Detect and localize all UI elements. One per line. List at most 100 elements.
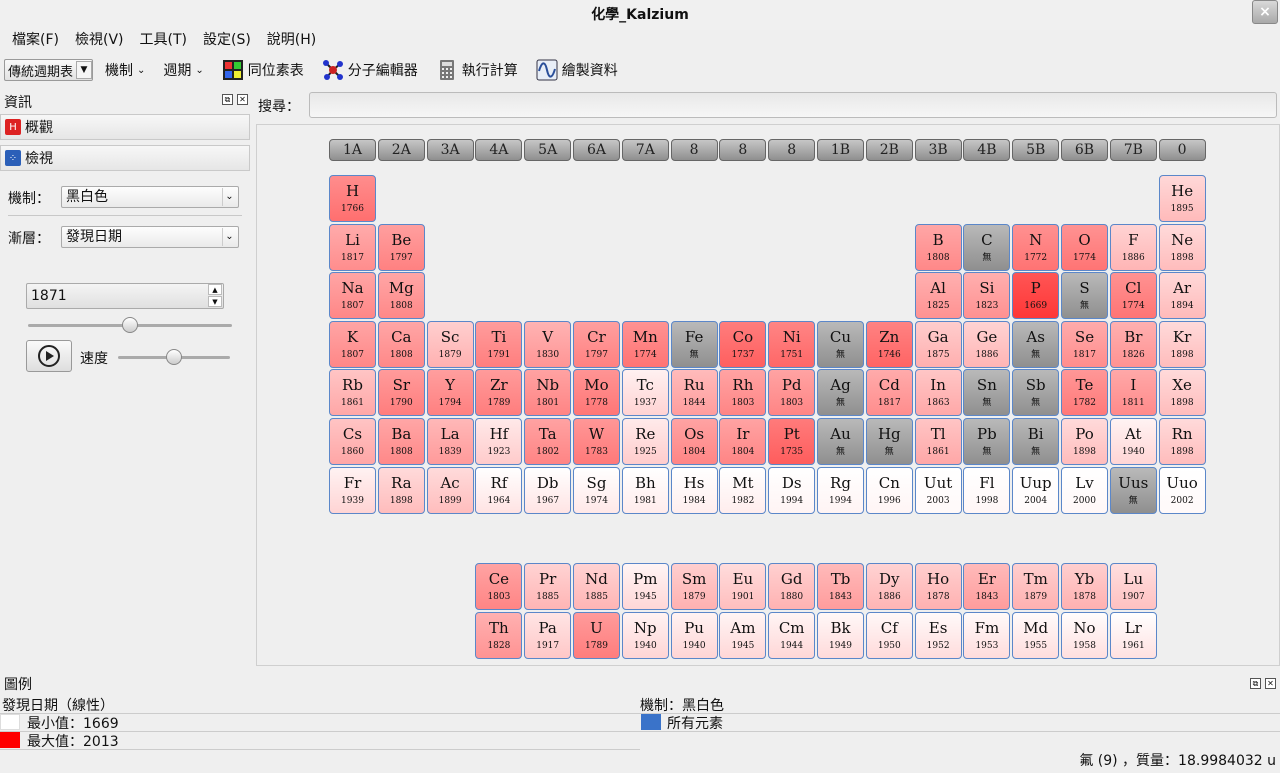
element-cell-fe[interactable]: Fe 無 <box>670 320 718 368</box>
element-cell-uut[interactable]: Uut 2003 <box>914 466 962 514</box>
group-header[interactable]: 4B <box>963 139 1011 161</box>
element-cell-v[interactable]: V 1830 <box>524 320 572 368</box>
element-cell-ca[interactable]: Ca 1808 <box>377 320 425 368</box>
element-cell-rn[interactable]: Rn 1898 <box>1158 418 1206 465</box>
element-cell-ds[interactable]: Ds 1994 <box>768 466 816 514</box>
element-cell-rb[interactable]: Rb 1861 <box>329 369 376 417</box>
element-cell-tl[interactable]: Tl 1861 <box>914 418 962 465</box>
menu-tools[interactable]: 工具(T) <box>132 28 195 52</box>
element-cell-at[interactable]: At 1940 <box>1109 418 1157 465</box>
element-cell-o[interactable]: O 1774 <box>1061 223 1108 271</box>
element-cell-cm[interactable]: Cm 1944 <box>768 611 816 659</box>
element-cell-sm[interactable]: Sm 1879 <box>670 563 718 611</box>
element-cell-au[interactable]: Au 無 <box>817 418 864 465</box>
group-header[interactable]: 5B <box>1012 139 1060 161</box>
element-cell-ir[interactable]: Ir 1804 <box>719 418 767 465</box>
element-cell-si[interactable]: Si 1823 <box>963 272 1011 320</box>
gradient-select[interactable]: 發現日期 ⌄ <box>61 226 239 248</box>
element-cell-rf[interactable]: Rf 1964 <box>475 466 523 514</box>
element-cell-ra[interactable]: Ra 1898 <box>377 466 425 514</box>
float-icon[interactable]: ⧉ <box>1250 678 1261 689</box>
element-cell-rh[interactable]: Rh 1803 <box>719 369 767 417</box>
element-cell-am[interactable]: Am 1945 <box>719 611 767 659</box>
speed-slider-handle[interactable] <box>166 349 182 365</box>
element-cell-md[interactable]: Md 1955 <box>1012 611 1060 659</box>
element-cell-cf[interactable]: Cf 1950 <box>865 611 913 659</box>
group-header[interactable]: 8 <box>670 139 718 161</box>
element-cell-sb[interactable]: Sb 無 <box>1012 369 1060 417</box>
element-cell-ni[interactable]: Ni 1751 <box>768 320 816 368</box>
element-cell-yb[interactable]: Yb 1878 <box>1061 563 1108 611</box>
group-header[interactable]: 7B <box>1109 139 1157 161</box>
element-cell-pd[interactable]: Pd 1803 <box>768 369 816 417</box>
element-cell-ta[interactable]: Ta 1802 <box>524 418 572 465</box>
element-cell-b[interactable]: B 1808 <box>914 223 962 271</box>
table-type-combo[interactable]: 傳統週期表 ▼ <box>4 59 94 81</box>
element-cell-ce[interactable]: Ce 1803 <box>475 563 523 611</box>
element-cell-bh[interactable]: Bh 1981 <box>621 466 669 514</box>
element-cell-u[interactable]: U 1789 <box>573 611 620 659</box>
element-cell-ga[interactable]: Ga 1875 <box>914 320 962 368</box>
element-cell-sg[interactable]: Sg 1974 <box>573 466 620 514</box>
element-cell-se[interactable]: Se 1817 <box>1061 320 1108 368</box>
element-cell-n[interactable]: N 1772 <box>1012 223 1060 271</box>
element-cell-np[interactable]: Np 1940 <box>621 611 669 659</box>
element-cell-sr[interactable]: Sr 1790 <box>377 369 425 417</box>
element-cell-th[interactable]: Th 1828 <box>475 611 523 659</box>
element-cell-zn[interactable]: Zn 1746 <box>865 320 913 368</box>
element-cell-er[interactable]: Er 1843 <box>963 563 1011 611</box>
period-button[interactable]: 週期 ⌄ <box>157 60 209 80</box>
element-cell-mo[interactable]: Mo 1778 <box>573 369 620 417</box>
element-cell-fr[interactable]: Fr 1939 <box>329 466 376 514</box>
element-cell-te[interactable]: Te 1782 <box>1061 369 1108 417</box>
isotope-table-button[interactable]: 同位素表 <box>216 59 310 81</box>
element-cell-kr[interactable]: Kr 1898 <box>1158 320 1206 368</box>
search-input[interactable] <box>309 92 1277 118</box>
close-button[interactable]: × <box>1252 0 1278 24</box>
element-cell-tb[interactable]: Tb 1843 <box>817 563 864 611</box>
element-cell-s[interactable]: S無 <box>1061 272 1108 320</box>
element-cell-dy[interactable]: Dy 1886 <box>865 563 913 611</box>
spin-down-icon[interactable]: ▼ <box>208 296 222 307</box>
group-header[interactable]: 2B <box>865 139 913 161</box>
scheme-select[interactable]: 黑白色 ⌄ <box>61 186 239 208</box>
element-cell-k[interactable]: K 1807 <box>329 320 376 368</box>
element-cell-sc[interactable]: Sc 1879 <box>426 320 474 368</box>
element-cell-cr[interactable]: Cr 1797 <box>573 320 620 368</box>
element-cell-na[interactable]: Na 1807 <box>329 272 376 320</box>
element-cell-uup[interactable]: Uup 2004 <box>1012 466 1060 514</box>
element-cell-be[interactable]: Be 1797 <box>377 223 425 271</box>
element-cell-mg[interactable]: Mg 1808 <box>377 272 425 320</box>
group-header[interactable]: 5A <box>524 139 572 161</box>
plot-data-button[interactable]: 繪製資料 <box>530 59 624 81</box>
element-cell-pr[interactable]: Pr 1885 <box>524 563 572 611</box>
element-cell-ho[interactable]: Ho 1878 <box>914 563 962 611</box>
element-cell-ge[interactable]: Ge 1886 <box>963 320 1011 368</box>
element-cell-uus[interactable]: Uus 無 <box>1109 466 1157 514</box>
element-cell-li[interactable]: Li 1817 <box>329 223 376 271</box>
element-cell-nb[interactable]: Nb 1801 <box>524 369 572 417</box>
group-header[interactable]: 0 <box>1158 139 1206 161</box>
element-cell-hg[interactable]: Hg 無 <box>865 418 913 465</box>
group-header[interactable]: 4A <box>475 139 523 161</box>
element-cell-br[interactable]: Br 1826 <box>1109 320 1157 368</box>
view-section[interactable]: ⁘ 檢視 <box>0 145 250 171</box>
group-header[interactable]: 7A <box>621 139 669 161</box>
element-cell-cd[interactable]: Cd 1817 <box>865 369 913 417</box>
element-cell-pa[interactable]: Pa 1917 <box>524 611 572 659</box>
group-header[interactable]: 6B <box>1061 139 1108 161</box>
close-icon[interactable]: ✕ <box>237 94 248 105</box>
group-header[interactable]: 1B <box>817 139 864 161</box>
element-cell-gd[interactable]: Gd 1880 <box>768 563 816 611</box>
element-cell-bi[interactable]: Bi 無 <box>1012 418 1060 465</box>
element-cell-w[interactable]: W 1783 <box>573 418 620 465</box>
element-cell-hf[interactable]: Hf 1923 <box>475 418 523 465</box>
element-cell-nd[interactable]: Nd 1885 <box>573 563 620 611</box>
element-cell-re[interactable]: Re 1925 <box>621 418 669 465</box>
group-header[interactable]: 3A <box>426 139 474 161</box>
group-header[interactable]: 8 <box>719 139 767 161</box>
element-cell-pm[interactable]: Pm 1945 <box>621 563 669 611</box>
group-header[interactable]: 6A <box>573 139 620 161</box>
molecule-editor-button[interactable]: 分子編輯器 <box>316 59 424 81</box>
element-cell-la[interactable]: La 1839 <box>426 418 474 465</box>
